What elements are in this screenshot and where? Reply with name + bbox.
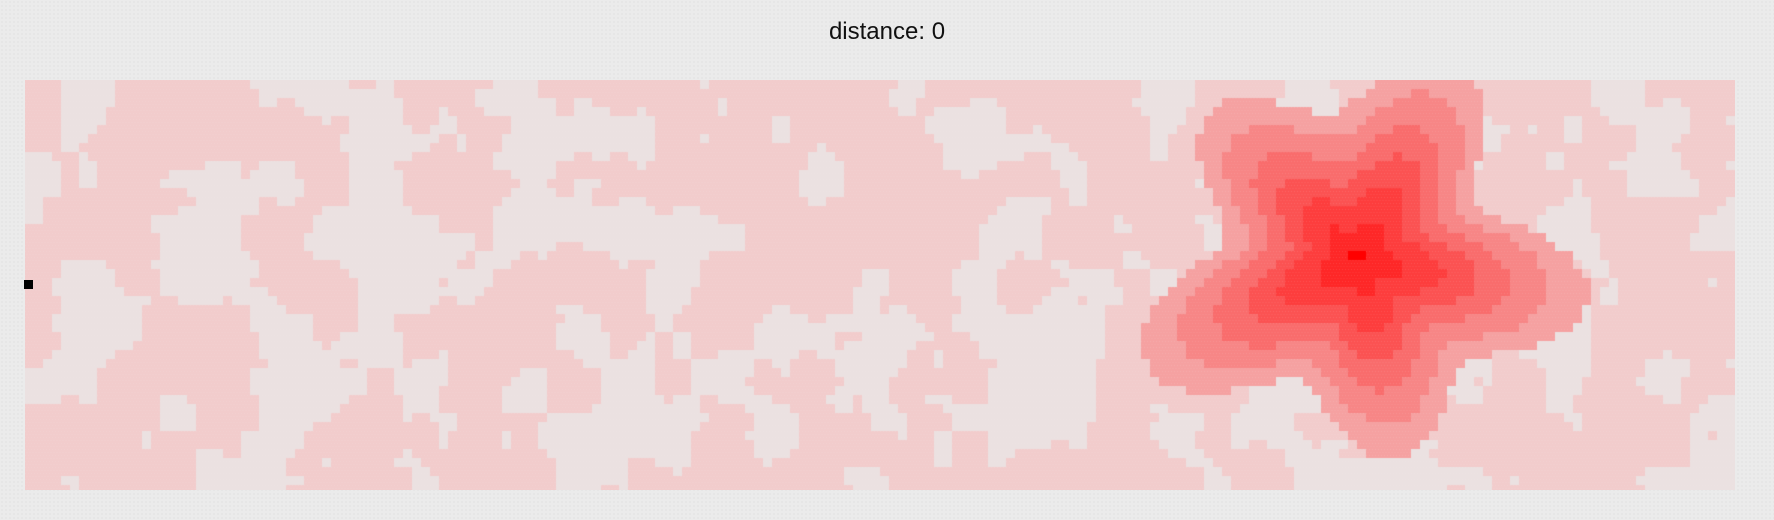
distance-value: 0 <box>931 18 946 45</box>
agent-marker-icon <box>24 280 33 289</box>
simulation-stage: distance: 0 <box>0 0 1774 520</box>
distance-readout: distance: 0 <box>0 16 1774 48</box>
heatmap-grid[interactable] <box>25 80 1735 490</box>
distance-label: distance: <box>828 18 926 45</box>
